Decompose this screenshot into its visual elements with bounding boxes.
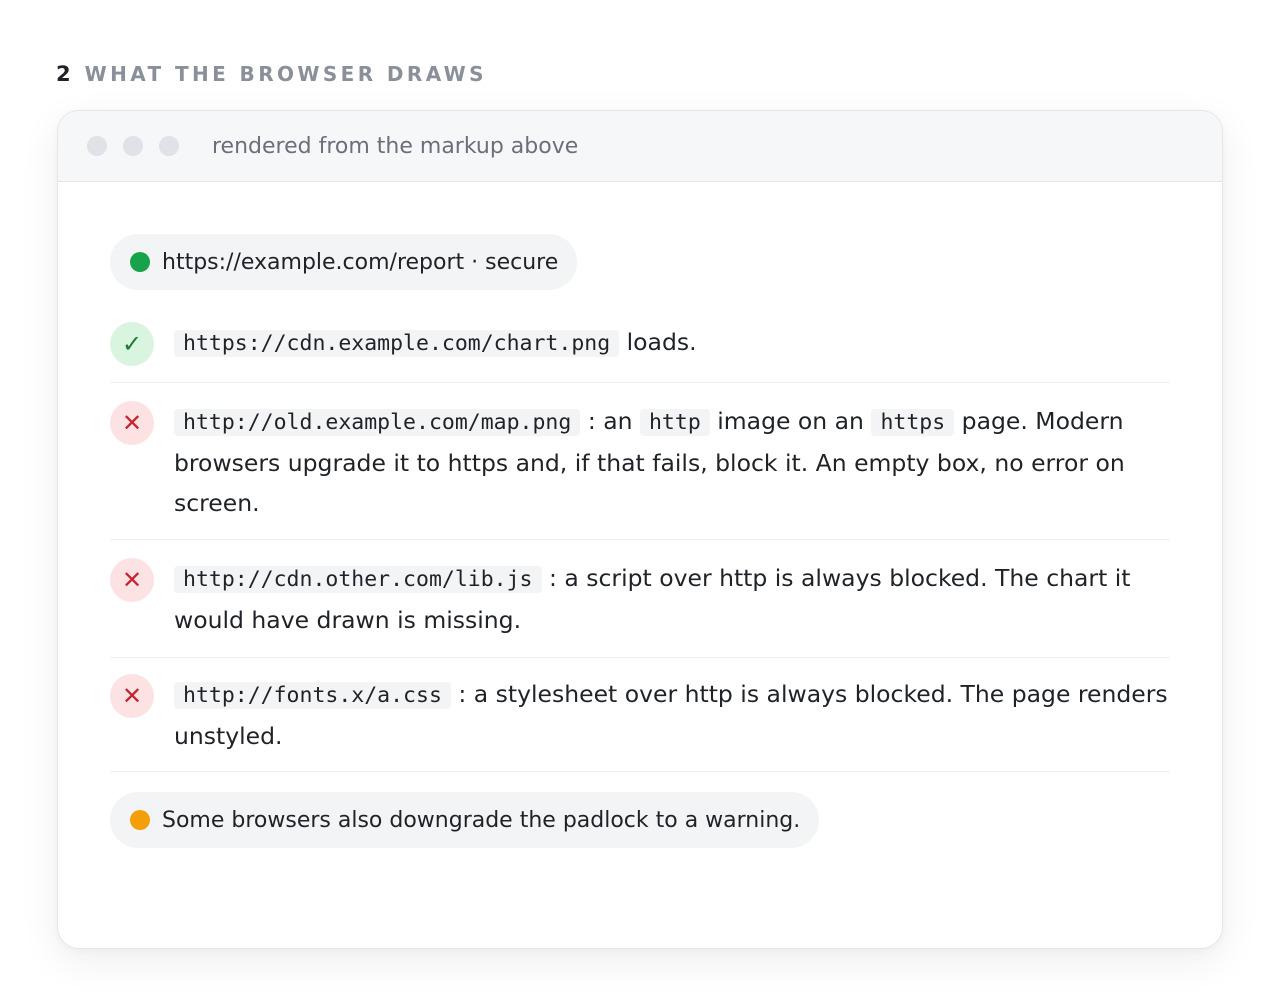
- resource-description: http://old.example.com/map.png : an http…: [174, 401, 1170, 523]
- cross-icon: ✕: [110, 558, 154, 602]
- secure-status-dot-icon: [130, 252, 150, 272]
- section-number: 2: [56, 62, 71, 86]
- resource-description: http://fonts.x/a.css : a stylesheet over…: [174, 674, 1170, 756]
- warning-pill: Some browsers also downgrade the padlock…: [110, 792, 820, 848]
- inline-code: http: [639, 409, 710, 436]
- cross-icon: ✕: [110, 401, 154, 445]
- cross-icon: ✕: [110, 674, 154, 718]
- address-text: https://example.com/report · secure: [162, 249, 559, 275]
- window-dot-maximize: [159, 136, 179, 156]
- browser-window: rendered from the markup above https://e…: [57, 110, 1223, 949]
- resource-text: loads.: [626, 328, 697, 356]
- resource-description: http://cdn.other.com/lib.js : a script o…: [174, 558, 1170, 640]
- resource-url: https://cdn.example.com/chart.png: [174, 330, 620, 357]
- resource-text: image on an: [717, 407, 864, 435]
- resource-row-stylesheet: ✕ http://fonts.x/a.css : a stylesheet ov…: [110, 658, 1170, 772]
- address-pill: https://example.com/report · secure: [110, 234, 578, 290]
- window-caption: rendered from the markup above: [212, 133, 579, 159]
- warning-status-dot-icon: [130, 810, 150, 830]
- window-dot-minimize: [123, 136, 143, 156]
- resource-url: http://cdn.other.com/lib.js: [174, 566, 542, 593]
- resource-row-script: ✕ http://cdn.other.com/lib.js : a script…: [110, 540, 1170, 658]
- section-heading: 2 WHAT THE BROWSER DRAWS: [56, 62, 487, 86]
- window-dot-close: [87, 136, 107, 156]
- resource-row-chart: ✓ https://cdn.example.com/chart.png load…: [110, 322, 1170, 383]
- resource-text: : an: [587, 407, 633, 435]
- resource-row-map: ✕ http://old.example.com/map.png : an ht…: [110, 383, 1170, 540]
- section-title: WHAT THE BROWSER DRAWS: [84, 62, 487, 86]
- window-title-bar: rendered from the markup above: [58, 111, 1222, 182]
- resource-url: http://old.example.com/map.png: [174, 409, 581, 436]
- warning-text: Some browsers also downgrade the padlock…: [162, 807, 801, 833]
- inline-code: https: [871, 409, 955, 436]
- resource-url: http://fonts.x/a.css: [174, 682, 451, 709]
- rendered-content: https://example.com/report · secure ✓ ht…: [110, 234, 1170, 848]
- check-icon: ✓: [110, 322, 154, 366]
- resource-description: https://cdn.example.com/chart.png loads.: [174, 322, 1170, 364]
